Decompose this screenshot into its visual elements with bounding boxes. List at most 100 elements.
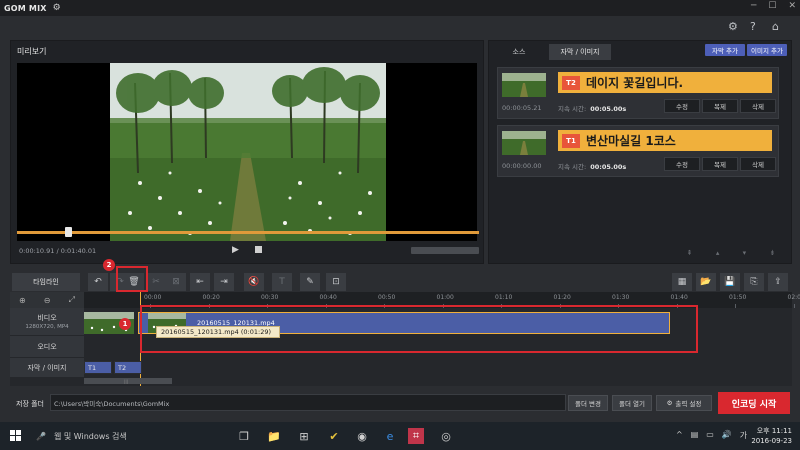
message-icon[interactable]: ▭ <box>706 430 714 441</box>
edit-button[interactable]: 수정 <box>664 157 700 171</box>
maximize-icon[interactable]: ☐ <box>768 1 776 11</box>
track-label-audio: 오디오 <box>37 342 57 351</box>
edit-button[interactable]: 수정 <box>664 99 700 113</box>
ime-indicator[interactable]: 가 <box>740 430 747 441</box>
zoom-in-icon[interactable]: ⊕ <box>19 296 26 305</box>
output-settings-label: 출력 설정 <box>675 400 702 408</box>
save-icon[interactable]: 💾 <box>720 273 740 291</box>
open-folder-button[interactable]: 폴더 열기 <box>612 395 652 411</box>
ruler-tick-label: 01:00 <box>436 294 454 301</box>
minimize-icon[interactable]: ─ <box>751 1 756 11</box>
duration-value: 00:05.00s <box>590 163 627 171</box>
subtitle-card[interactable]: 00:00:05.21 T2 데이지 꽃길입니다. 지속 시간: 00:05.00… <box>497 67 779 119</box>
subtitle-text: 데이지 꽃길입니다. <box>586 76 684 90</box>
settings-icon[interactable]: ⚙ <box>728 20 738 33</box>
subtitle-start-time: 00:00:05.21 <box>502 104 542 112</box>
network-icon[interactable]: ▤ <box>691 430 699 441</box>
home-icon[interactable]: ⌂ <box>772 20 779 33</box>
output-settings-button[interactable]: ⚙ 출력 설정 <box>656 395 712 411</box>
mute-icon[interactable]: 🔇 <box>244 273 264 291</box>
media-icon[interactable]: ◉ <box>354 428 370 444</box>
move-down-icon[interactable]: ▾ <box>743 249 747 257</box>
subtitle-banner: T1 변산마실길 1코스 <box>558 130 772 151</box>
fit-icon[interactable]: ⤢ <box>69 295 75 305</box>
file-explorer-icon[interactable]: 📁 <box>266 428 282 444</box>
move-right-icon[interactable]: ⇥ <box>214 273 234 291</box>
volume-slider[interactable] <box>411 247 479 254</box>
video-preview[interactable] <box>17 63 477 241</box>
edge-icon[interactable]: e <box>382 428 398 444</box>
export-icon[interactable]: ⇪ <box>768 273 788 291</box>
save-path-field[interactable]: C:\Users\박미숙\Documents\GomMix <box>50 394 566 411</box>
search-placeholder: 웹 및 Windows 검색 <box>53 431 127 441</box>
split-icon[interactable]: ⊠ <box>166 273 186 291</box>
new-project-icon[interactable]: ▦ <box>672 273 692 291</box>
seek-bar[interactable] <box>17 227 479 237</box>
seek-handle[interactable] <box>64 227 72 237</box>
open-folder-icon[interactable]: 📂 <box>696 273 716 291</box>
app-icon[interactable]: ✔ <box>326 428 342 444</box>
system-tray: ^ ▤ ▭ 🔊 가 <box>676 430 747 441</box>
tab-source[interactable]: 소스 <box>491 44 547 60</box>
task-view-icon[interactable]: ❐ <box>236 428 252 444</box>
duplicate-button[interactable]: 복제 <box>702 157 738 171</box>
tab-subtitle-image[interactable]: 자막 / 이미지 <box>549 44 611 60</box>
duplicate-button[interactable]: 복제 <box>702 99 738 113</box>
undo-icon[interactable]: ↶ <box>88 273 108 291</box>
window-controls: ─ ☐ ✕ <box>751 1 796 11</box>
windows-start-icon[interactable] <box>10 430 22 442</box>
delete-button[interactable]: 삭제 <box>740 157 776 171</box>
delete-button[interactable]: 삭제 <box>740 99 776 113</box>
ruler-tick-label: 00:50 <box>378 294 396 301</box>
gom-mix-taskbar-icon[interactable]: ⌗ <box>408 428 424 444</box>
duration-value: 00:05.00s <box>590 105 627 113</box>
app-title: GOM MIX <box>4 3 47 13</box>
subtitle-thumbnail <box>502 131 546 155</box>
preview-time: 0:00:10.91 / 0:01:40.01 <box>19 247 97 255</box>
taskbar-search[interactable]: 🎤 웹 및 Windows 검색 <box>36 426 226 446</box>
add-subtitle-button[interactable]: 자막 추가 <box>705 44 745 56</box>
track-header-subtitle: 자막 / 이미지 <box>10 358 84 378</box>
save-folder-label: 저장 폴더 <box>16 400 44 408</box>
duration-row: 지속 시간: 00:05.00s <box>558 161 626 171</box>
stop-icon[interactable] <box>255 246 262 253</box>
encode-start-button[interactable]: 인코딩 시작 <box>718 392 790 414</box>
gear-icon[interactable]: ⚙ <box>53 3 61 13</box>
duration-row: 지속 시간: 00:05.00s <box>558 103 626 113</box>
volume-icon[interactable]: 🔊 <box>722 430 732 441</box>
play-icon[interactable]: ▶ <box>232 245 239 255</box>
taskbar-clock[interactable]: 오후 11:11 2016-09-23 <box>751 426 792 446</box>
subtitle-clip[interactable]: T1 <box>84 361 112 374</box>
close-icon[interactable]: ✕ <box>788 1 796 11</box>
change-folder-button[interactable]: 폴더 변경 <box>568 395 608 411</box>
subtitle-start-time: 00:00:00.00 <box>502 162 542 170</box>
annotation-badge: 1 <box>119 318 131 330</box>
app-icon[interactable]: ◎ <box>438 428 454 444</box>
scroll-grip-icon: ||| <box>124 379 129 384</box>
move-top-icon[interactable]: ⇞ <box>687 249 693 257</box>
chevron-up-icon[interactable]: ^ <box>676 430 683 441</box>
crop-icon[interactable]: ⊡ <box>326 273 346 291</box>
clock-time: 오후 11:11 <box>756 427 792 435</box>
preview-title: 미리보기 <box>17 47 47 56</box>
store-icon[interactable]: ⊞ <box>296 428 312 444</box>
edit-clip-icon[interactable]: ✎ <box>300 273 320 291</box>
add-image-button[interactable]: 이미지 추가 <box>747 44 787 56</box>
text-icon[interactable]: T <box>272 273 292 291</box>
move-up-icon[interactable]: ▴ <box>716 249 720 257</box>
windows-taskbar: 🎤 웹 및 Windows 검색 ❐ 📁 ⊞ ✔ ◉ e ⌗ ◎ ^ ▤ ▭ 🔊… <box>0 422 800 450</box>
zoom-out-icon[interactable]: ⊖ <box>44 296 51 305</box>
move-left-icon[interactable]: ⇤ <box>190 273 210 291</box>
ruler-tick-label: 01:50 <box>729 294 747 301</box>
subtitle-clip[interactable]: T2 <box>114 361 142 374</box>
subtitle-card[interactable]: 00:00:00.00 T1 변산마실길 1코스 지속 시간: 00:05.00s… <box>497 125 779 177</box>
timeline-scrollbar[interactable]: ||| <box>84 378 172 384</box>
cut-icon[interactable]: ✂ <box>146 273 166 291</box>
move-bottom-icon[interactable]: ⇟ <box>769 249 775 257</box>
clock-date: 2016-09-23 <box>751 437 792 445</box>
source-subtitle-panel: 소스 자막 / 이미지 자막 추가 이미지 추가 00:00:05.21 T2 … <box>488 40 792 264</box>
subtitle-text: 변산마실길 1코스 <box>586 134 676 148</box>
ruler-tick-label: 00:30 <box>261 294 279 301</box>
save-as-icon[interactable]: ⎘ <box>744 273 764 291</box>
help-icon[interactable]: ? <box>750 20 756 33</box>
